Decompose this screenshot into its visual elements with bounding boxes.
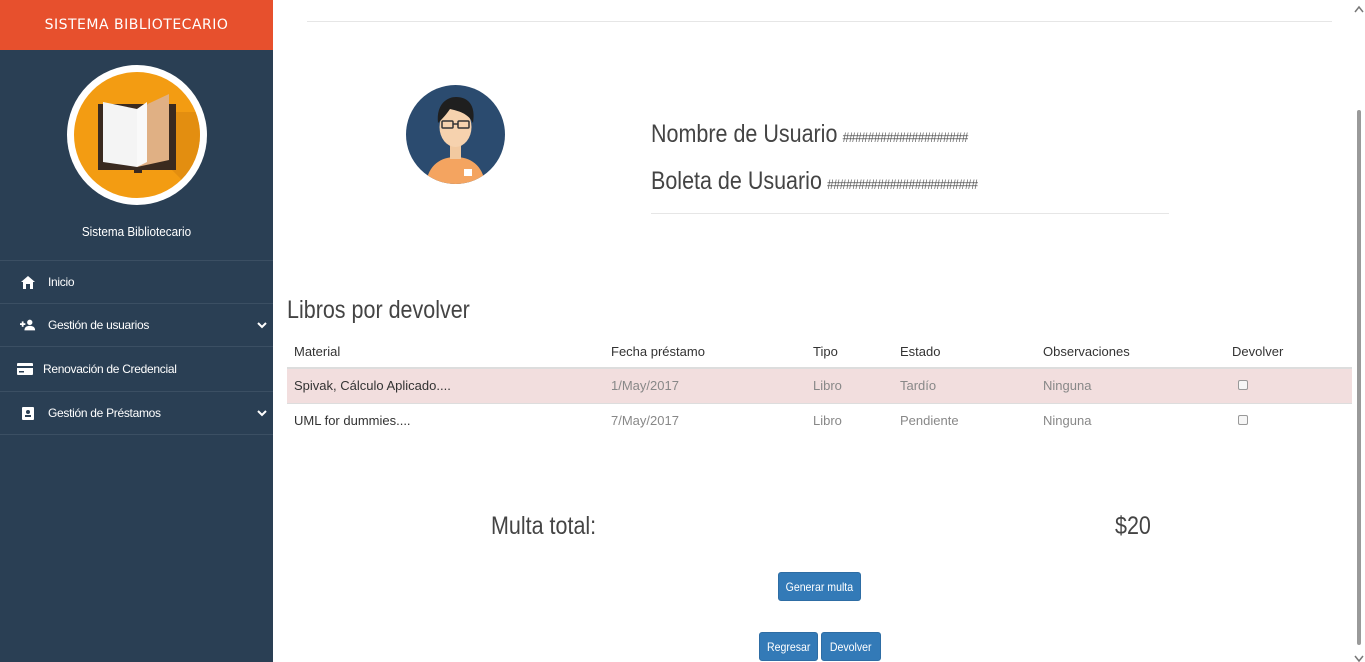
system-name: Sistema Bibliotecario <box>81 224 192 239</box>
fine-value: $20 <box>1115 512 1151 540</box>
user-boleta-label: Boleta de Usuario <box>651 167 822 195</box>
cell-estado: Tardío <box>893 367 1036 403</box>
generate-fine-button[interactable]: Generar multa <box>778 572 861 601</box>
brand-title[interactable]: SISTEMA BIBLIOTECARIO <box>0 0 273 50</box>
column-header: Observaciones <box>1036 335 1225 369</box>
divider <box>651 213 1169 214</box>
cell-material: UML for dummies.... <box>287 402 604 438</box>
cell-fecha: 7/May/2017 <box>604 402 806 438</box>
return-checkbox[interactable] <box>1238 380 1248 391</box>
user-avatar <box>406 85 505 184</box>
loans-title: Libros por devolver <box>287 296 470 324</box>
cell-observaciones: Ninguna <box>1036 367 1225 403</box>
return-label: Devolver <box>830 639 872 654</box>
table-row: Spivak, Cálculo Aplicado.... 1/May/2017 … <box>287 367 1352 403</box>
sidebar-item-label: Gestión de usuarios <box>48 318 150 332</box>
table-row: UML for dummies.... 7/May/2017 Libro Pen… <box>287 402 1352 438</box>
back-button[interactable]: Regresar <box>759 632 818 661</box>
column-header: Material <box>287 335 604 369</box>
scroll-up-arrow-icon[interactable] <box>1354 2 1364 13</box>
user-name-value: #################### <box>842 129 969 145</box>
chevron-down-icon <box>257 318 267 332</box>
open-book-icon <box>74 72 200 198</box>
table-header-row: Material Fecha préstamo Tipo Estado Obse… <box>287 335 1352 369</box>
column-header: Devolver <box>1225 335 1352 369</box>
add-user-icon <box>20 318 36 332</box>
column-header: Fecha préstamo <box>604 335 806 369</box>
divider <box>307 21 1332 22</box>
scroll-down-arrow-icon[interactable] <box>1354 650 1364 662</box>
user-name: Nombre de Usuario #################### <box>651 120 968 149</box>
cell-material: Spivak, Cálculo Aplicado.... <box>287 367 604 403</box>
sidebar-item-gestion-usuarios[interactable]: Gestión de usuarios <box>0 304 273 347</box>
sidebar: SISTEMA BIBLIOTECARIO Sistema Biblioteca… <box>0 0 273 662</box>
chevron-down-icon <box>257 406 267 420</box>
home-icon <box>20 275 36 289</box>
sidebar-menu: Inicio Gestión de usuarios Renovación de… <box>0 260 273 435</box>
cell-fecha: 1/May/2017 <box>604 367 806 403</box>
cell-estado: Pendiente <box>893 402 1036 438</box>
generate-fine-label: Generar multa <box>785 579 854 594</box>
column-header: Estado <box>893 335 1036 369</box>
sidebar-item-gestion-prestamos[interactable]: Gestión de Préstamos <box>0 392 273 435</box>
sidebar-item-inicio[interactable]: Inicio <box>0 261 273 304</box>
user-name-label: Nombre de Usuario <box>651 120 838 148</box>
column-header: Tipo <box>806 335 893 369</box>
sidebar-item-label: Gestión de Préstamos <box>48 406 161 420</box>
cell-devolver <box>1225 367 1352 403</box>
book-badge-icon <box>20 406 36 420</box>
fine-label: Multa total: <box>491 512 597 540</box>
sidebar-item-renovacion-credencial[interactable]: Renovación de Credencial <box>0 347 273 392</box>
scrollbar[interactable] <box>1353 0 1365 662</box>
user-boleta-value: ######################## <box>827 176 978 192</box>
credit-card-icon <box>17 362 33 376</box>
sidebar-item-label: Inicio <box>48 275 75 289</box>
return-checkbox[interactable] <box>1238 415 1248 426</box>
user-boleta: Boleta de Usuario #######################… <box>651 167 978 196</box>
main-content: Nombre de Usuario #################### Bo… <box>273 0 1353 662</box>
cell-tipo: Libro <box>806 367 893 403</box>
return-button[interactable]: Devolver <box>821 632 881 661</box>
library-logo <box>67 65 207 205</box>
cell-devolver <box>1225 402 1352 438</box>
sidebar-item-label: Renovación de Credencial <box>43 362 177 376</box>
loans-table: Material Fecha préstamo Tipo Estado Obse… <box>287 335 1352 438</box>
cell-tipo: Libro <box>806 402 893 438</box>
scrollbar-thumb[interactable] <box>1357 110 1361 645</box>
back-label: Regresar <box>766 639 811 654</box>
cell-observaciones: Ninguna <box>1036 402 1225 438</box>
